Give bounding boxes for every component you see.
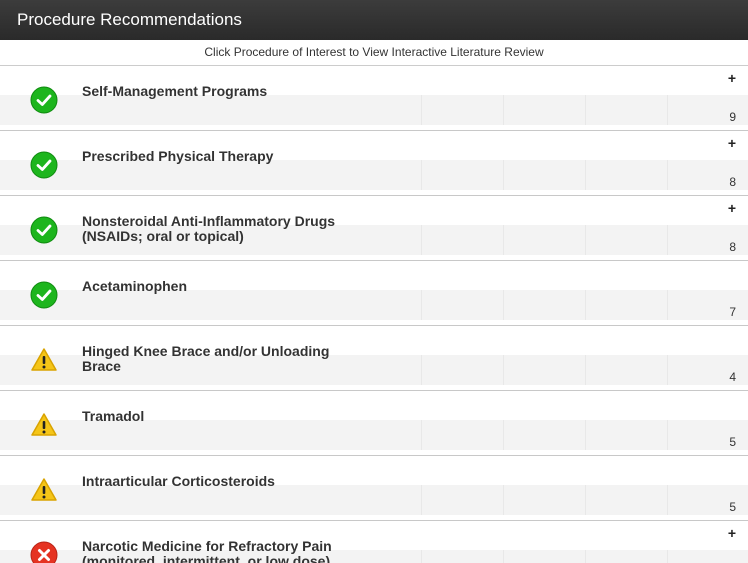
check-circle-icon <box>30 151 58 179</box>
expand-plus-icon[interactable]: + <box>728 135 736 151</box>
expand-plus-icon[interactable]: + <box>728 200 736 216</box>
x-circle-icon <box>30 541 58 563</box>
procedure-row[interactable]: Nonsteroidal Anti-Inflammatory Drugs (NS… <box>0 196 748 261</box>
study-count: 8 <box>729 240 736 254</box>
study-count: 4 <box>729 370 736 384</box>
warning-triangle-icon <box>31 348 57 371</box>
procedure-label[interactable]: Nonsteroidal Anti-Inflammatory Drugs (NS… <box>82 214 352 244</box>
check-circle-icon <box>30 281 58 309</box>
procedure-list: Self-Management Programs + 9 Prescribed … <box>0 66 748 563</box>
instruction-text: Click Procedure of Interest to View Inte… <box>0 40 748 66</box>
procedure-row[interactable]: Prescribed Physical Therapy + 8 <box>0 131 748 196</box>
procedure-label[interactable]: Hinged Knee Brace and/or Unloading Brace <box>82 344 352 374</box>
check-circle-icon <box>30 86 58 114</box>
expand-plus-icon[interactable]: + <box>728 70 736 86</box>
procedure-label[interactable]: Self-Management Programs <box>82 84 352 99</box>
study-count: 7 <box>729 305 736 319</box>
check-circle-icon <box>30 216 58 244</box>
procedure-row[interactable]: Tramadol 5 <box>0 391 748 456</box>
warning-triangle-icon <box>31 478 57 501</box>
row-band <box>0 485 748 515</box>
procedure-row[interactable]: Narcotic Medicine for Refractory Pain (m… <box>0 521 748 563</box>
procedure-label[interactable]: Tramadol <box>82 409 352 424</box>
study-count: 8 <box>729 175 736 189</box>
procedure-row[interactable]: Intraarticular Corticosteroids 5 <box>0 456 748 521</box>
procedure-row[interactable]: Acetaminophen 7 <box>0 261 748 326</box>
study-count: 5 <box>729 435 736 449</box>
warning-triangle-icon <box>31 413 57 436</box>
procedure-row[interactable]: Self-Management Programs + 9 <box>0 66 748 131</box>
study-count: 9 <box>729 110 736 124</box>
procedure-label[interactable]: Prescribed Physical Therapy <box>82 149 352 164</box>
study-count: 5 <box>729 500 736 514</box>
page-title: Procedure Recommendations <box>17 10 242 29</box>
row-band <box>0 160 748 190</box>
row-band <box>0 95 748 125</box>
expand-plus-icon[interactable]: + <box>728 525 736 541</box>
procedure-label[interactable]: Acetaminophen <box>82 279 352 294</box>
procedure-label[interactable]: Intraarticular Corticosteroids <box>82 474 352 489</box>
row-band <box>0 420 748 450</box>
page-header: Procedure Recommendations <box>0 0 748 40</box>
procedure-label[interactable]: Narcotic Medicine for Refractory Pain (m… <box>82 539 352 563</box>
procedure-row[interactable]: Hinged Knee Brace and/or Unloading Brace… <box>0 326 748 391</box>
row-band <box>0 290 748 320</box>
